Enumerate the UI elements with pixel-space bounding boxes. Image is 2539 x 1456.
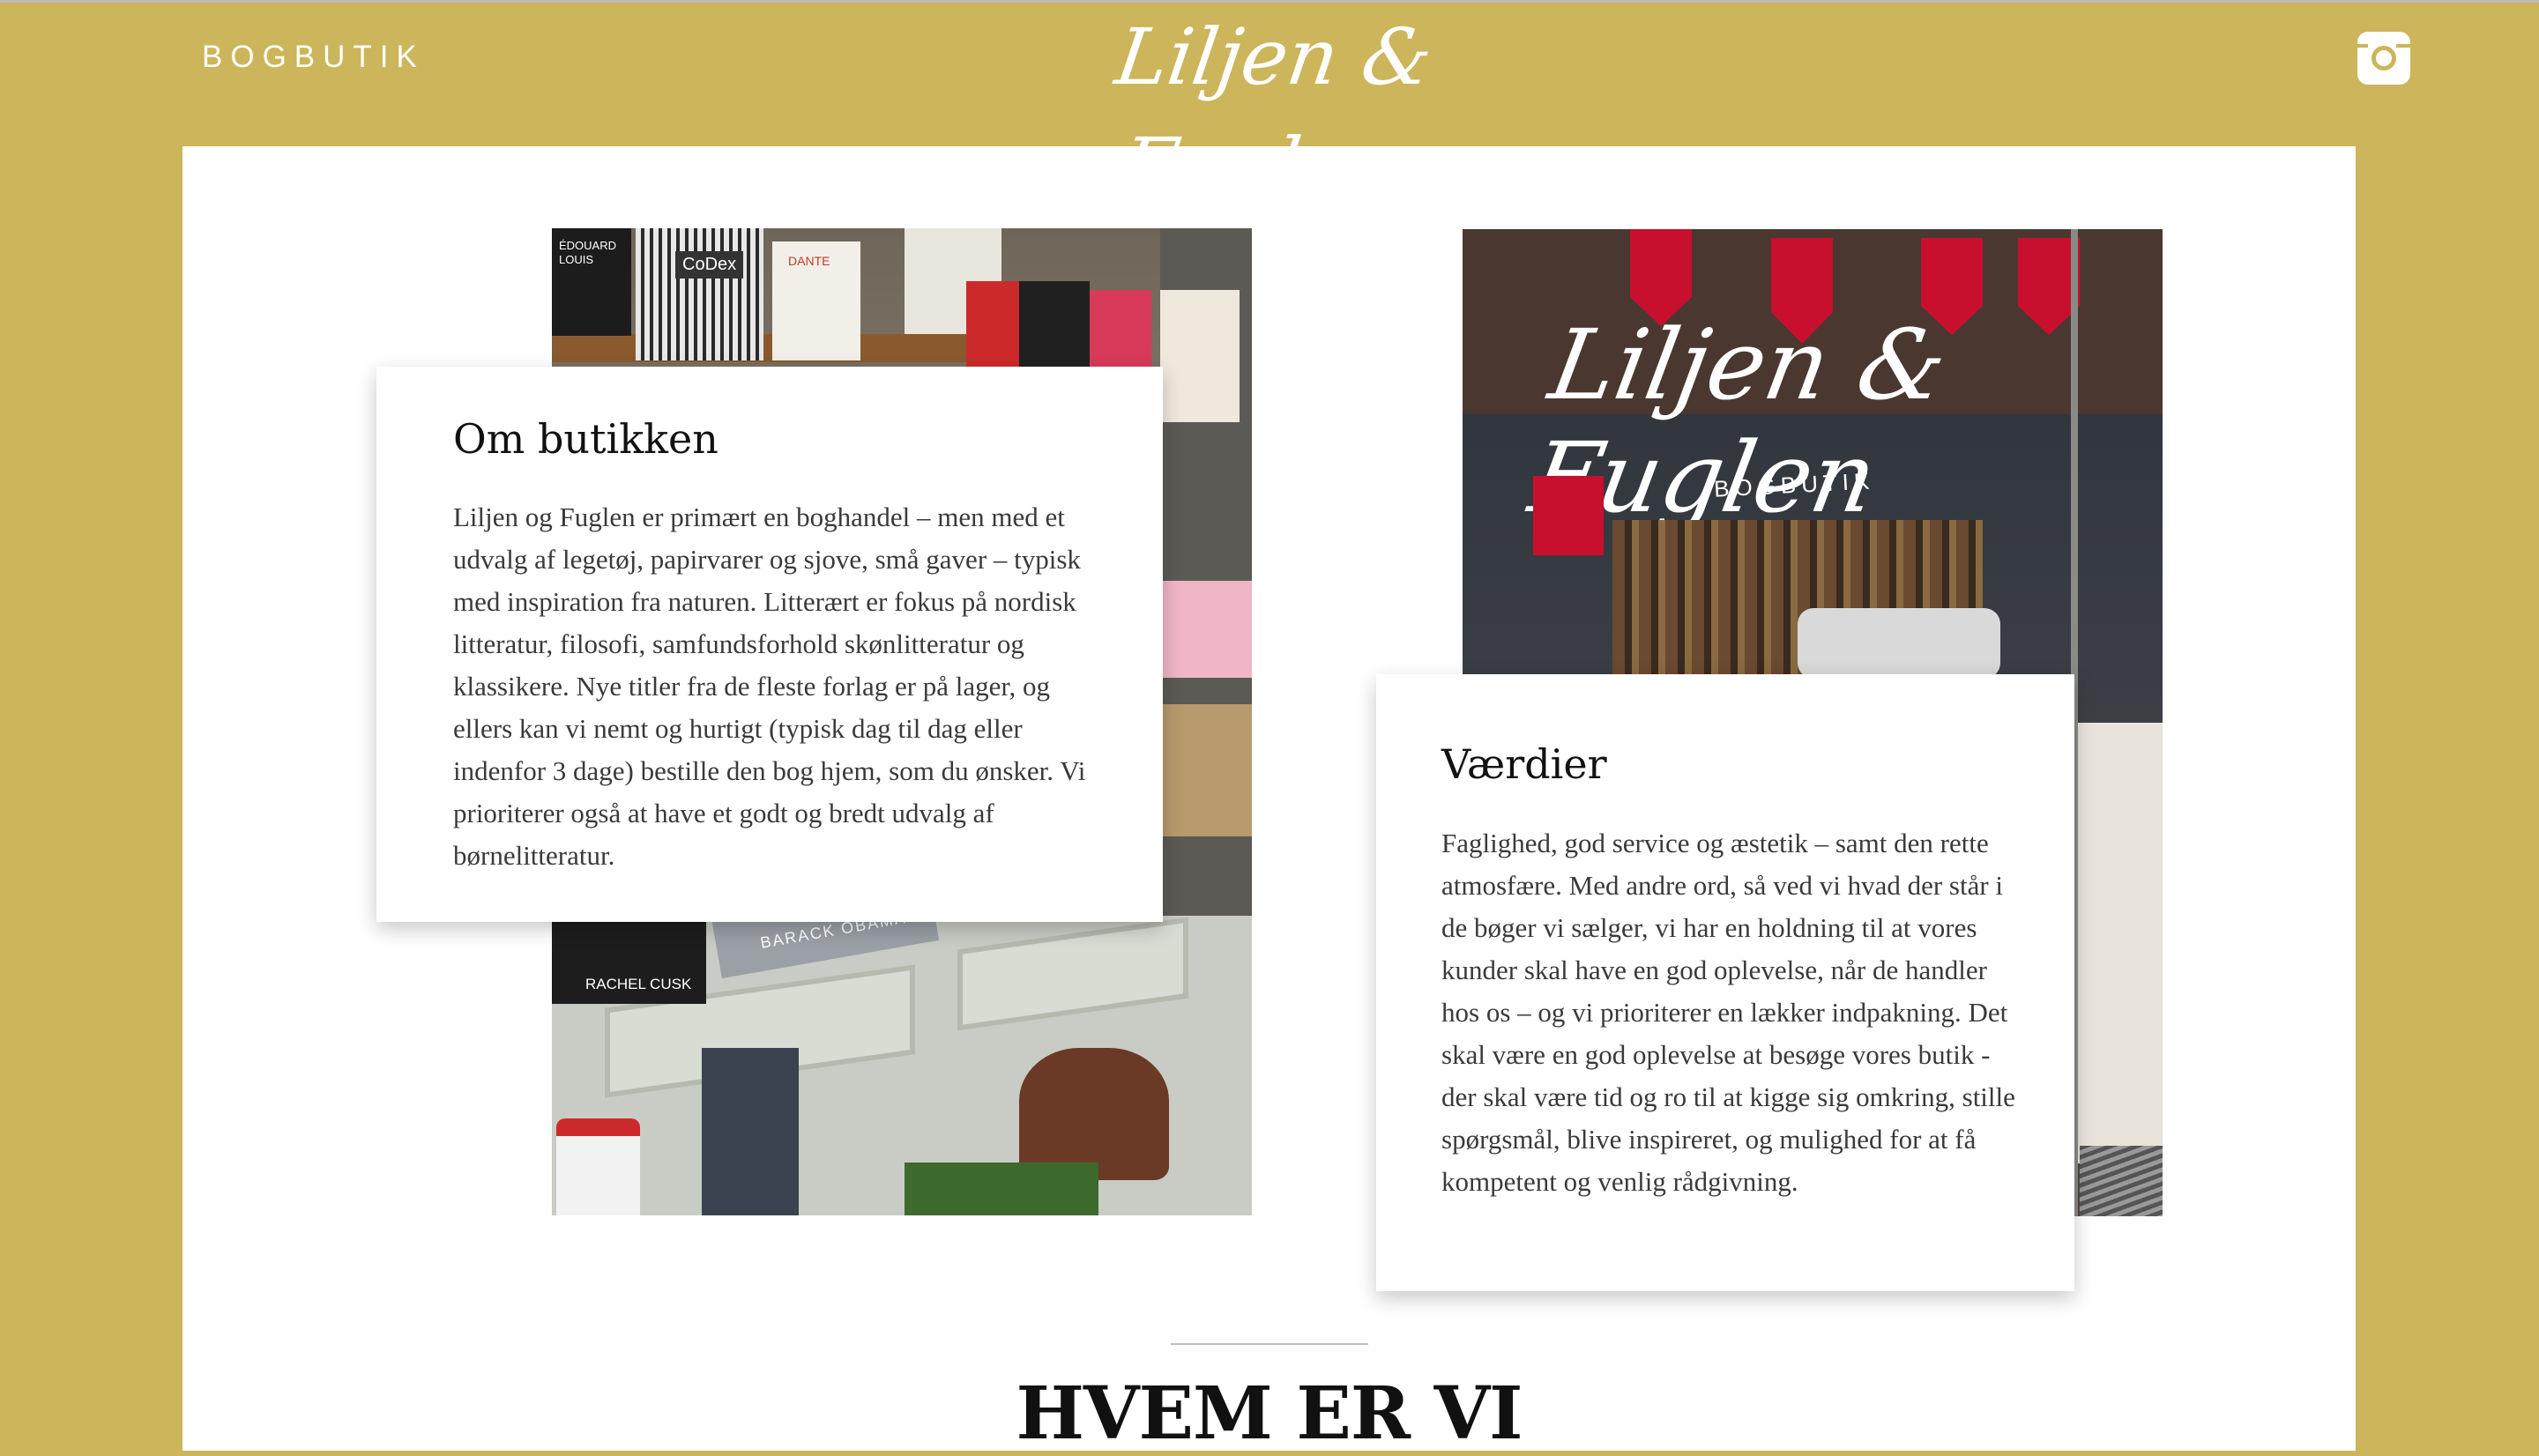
- book-edouard: ÉDOUARD LOUIS: [552, 228, 631, 336]
- instagram-icon-bar-right: [2396, 44, 2410, 48]
- window-display-book-red: [1533, 476, 1604, 555]
- site-header: BOGBUTIK Liljen & Fuglen: [0, 3, 2539, 212]
- values-title: Værdier: [1441, 740, 1607, 788]
- window-grate: [2080, 1146, 2163, 1216]
- content-panel: ÉDOUARD LOUIS CoDex DANTE RACHEL CUSK BA…: [182, 146, 2356, 1456]
- dresser-radiator: [702, 1048, 799, 1215]
- instagram-icon-lens: [2371, 46, 2396, 71]
- who-heading: HVEM ER VI: [1016, 1371, 1523, 1456]
- site-logo[interactable]: Liljen & Fuglen: [1063, 3, 1485, 212]
- section-divider: [1171, 1343, 1368, 1345]
- book-shelf-pink: [1090, 290, 1151, 378]
- window-side-panel: [2078, 723, 2163, 1163]
- photo-basket: [1019, 1048, 1169, 1180]
- values-body: Faglighed, god service og æstetik – samt…: [1441, 828, 2015, 1197]
- brand-text[interactable]: BOGBUTIK: [202, 40, 425, 75]
- book-shelf-dark: [1019, 281, 1090, 378]
- about-body: Liljen og Fuglen er primært en boghandel…: [453, 501, 1086, 871]
- book-shelf-cream: [1160, 290, 1240, 422]
- book-dante: DANTE: [772, 241, 860, 360]
- book-edouard-title: ÉDOUARD LOUIS: [559, 239, 617, 266]
- window-reflection-van: [1798, 608, 2000, 679]
- rack-basket: [1160, 704, 1252, 836]
- book-codex-title: CoDex: [675, 251, 744, 279]
- rack-book-pink: [1160, 581, 1252, 678]
- window-logo: Liljen & Fuglen: [1522, 308, 1955, 534]
- book-dante-title: DANTE: [788, 254, 830, 268]
- instagram-icon[interactable]: [2357, 32, 2410, 85]
- instagram-icon-bar-left: [2357, 44, 2368, 48]
- about-card: Om butikken Liljen og Fuglen er primært …: [376, 367, 1163, 922]
- photo-floor-book: [905, 1163, 1098, 1215]
- book-codex: CoDex: [636, 228, 763, 360]
- book-rachel-cusk-title: RACHEL CUSK: [585, 976, 692, 992]
- about-title: Om butikken: [453, 415, 719, 463]
- photo-bottle: [556, 1118, 640, 1215]
- values-card: Værdier Faglighed, god service og æsteti…: [1376, 674, 2074, 1291]
- book-shelf-red: [966, 281, 1019, 369]
